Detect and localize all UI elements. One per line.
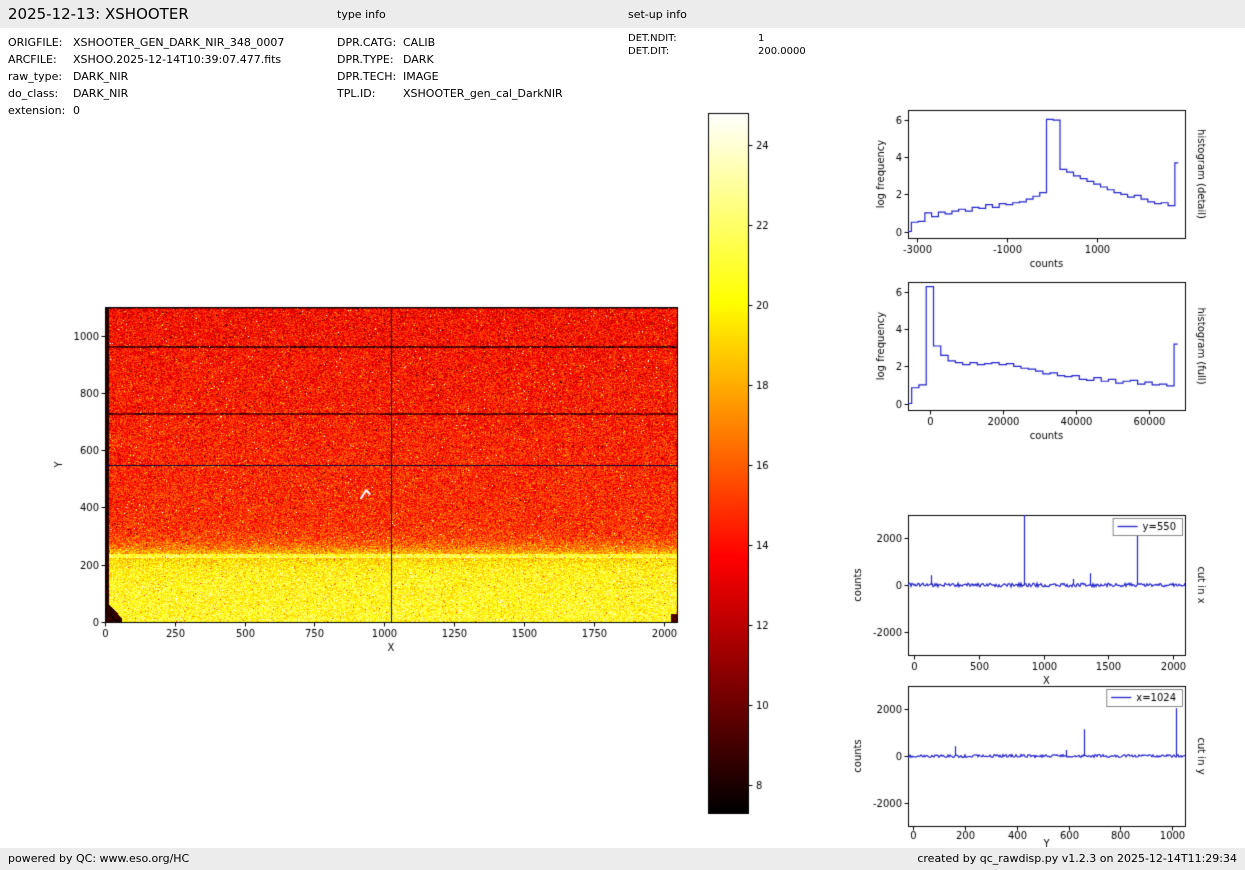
do-class-label: do_class: [8, 87, 59, 100]
footer-created-by: created by qc_rawdisp.py v1.2.3 on 2025-… [917, 852, 1237, 865]
arcfile-value: XSHOO.2025-12-14T10:39:07.477.fits [73, 53, 282, 66]
origfile-row: ORIGFILE: XSHOOTER_GEN_DARK_NIR_348_0007 [8, 34, 284, 51]
dpr-catg-value: CALIB [403, 36, 436, 49]
det-dit-value: 200.0000 [758, 45, 806, 57]
header-bar: 2025-12-13: XSHOOTER type info set-up in… [0, 0, 1245, 28]
tpl-id-value: XSHOOTER_gen_cal_DarkNIR [403, 87, 563, 100]
origfile-value: XSHOOTER_GEN_DARK_NIR_348_0007 [73, 36, 285, 49]
det-ndit-label: DET.NDIT: [628, 33, 677, 44]
type-info-block: DPR.CATG: CALIB DPR.TYPE: DARK DPR.TECH:… [337, 34, 563, 102]
dpr-type-value: DARK [403, 53, 434, 66]
extension-value: 0 [73, 104, 80, 117]
raw-type-value: DARK_NIR [73, 70, 129, 83]
qc-report-page: 2025-12-13: XSHOOTER type info set-up in… [0, 0, 1245, 870]
det-dit-label: DET.DIT: [628, 45, 670, 57]
extension-row: extension: 0 [8, 102, 284, 119]
setup-info-block: DET.NDIT: 1 DET.DIT: 200.0000 [628, 33, 806, 58]
page-title: 2025-12-13: XSHOOTER [8, 5, 189, 23]
file-info-block: ORIGFILE: XSHOOTER_GEN_DARK_NIR_348_0007… [8, 34, 284, 119]
dark-frame-heatmap [50, 290, 700, 685]
dpr-catg-row: DPR.CATG: CALIB [337, 34, 563, 51]
tpl-id-row: TPL.ID: XSHOOTER_gen_cal_DarkNIR [337, 85, 563, 102]
footer-qc-text: powered by QC: www.eso.org/HC [8, 852, 190, 865]
cut-in-y-chart [830, 673, 1235, 868]
footer-bar: powered by QC: www.eso.org/HC created by… [0, 848, 1245, 870]
origfile-label: ORIGFILE: [8, 36, 63, 49]
dpr-tech-label: DPR.TECH: [337, 70, 397, 83]
raw-type-row: raw_type: DARK_NIR [8, 68, 284, 85]
dpr-type-row: DPR.TYPE: DARK [337, 51, 563, 68]
setup-info-heading: set-up info [628, 8, 687, 21]
type-info-heading: type info [337, 8, 386, 21]
histogram-detail-chart [830, 95, 1235, 280]
dpr-tech-value: IMAGE [403, 70, 439, 83]
do-class-row: do_class: DARK_NIR [8, 85, 284, 102]
extension-label: extension: [8, 104, 66, 117]
colorbar [700, 105, 790, 820]
cut-in-x-chart [830, 500, 1235, 695]
histogram-full-chart [830, 267, 1235, 452]
dpr-type-label: DPR.TYPE: [337, 53, 394, 66]
dpr-catg-label: DPR.CATG: [337, 36, 397, 49]
tpl-id-label: TPL.ID: [337, 87, 376, 100]
det-ndit-row: DET.NDIT: 1 [628, 33, 806, 46]
det-ndit-value: 1 [758, 33, 765, 44]
do-class-value: DARK_NIR [73, 87, 129, 100]
det-dit-row: DET.DIT: 200.0000 [628, 46, 806, 59]
arcfile-label: ARCFILE: [8, 53, 57, 66]
arcfile-row: ARCFILE: XSHOO.2025-12-14T10:39:07.477.f… [8, 51, 284, 68]
raw-type-label: raw_type: [8, 70, 63, 83]
dpr-tech-row: DPR.TECH: IMAGE [337, 68, 563, 85]
